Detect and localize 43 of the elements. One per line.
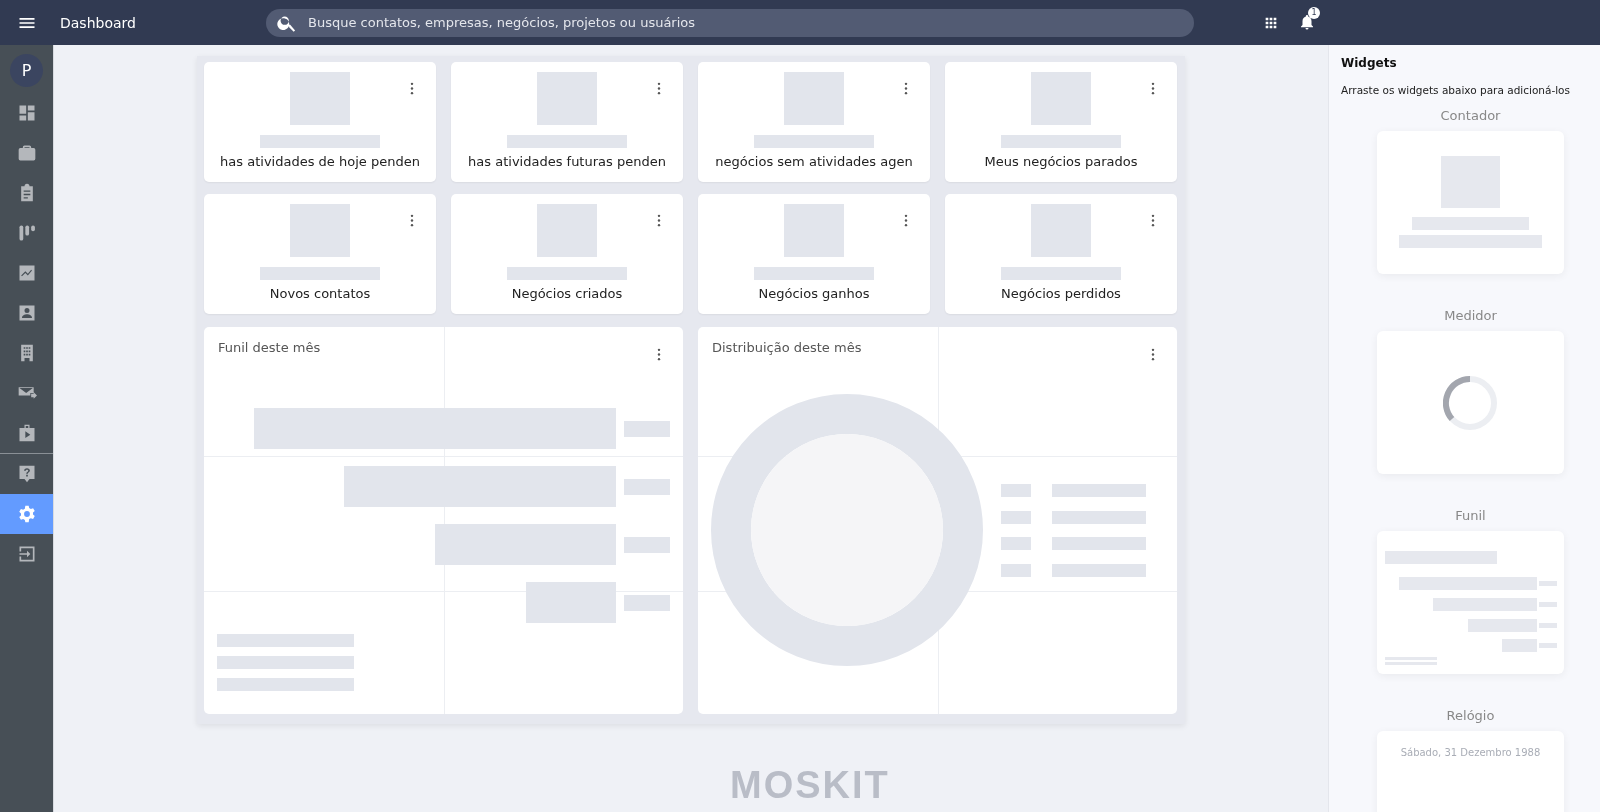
gauge-skeleton-drawing — [1443, 376, 1497, 430]
page-title: Dashboard — [60, 14, 137, 31]
card-label: Negócios criados — [511, 286, 623, 301]
widget-label: Relógio — [1446, 708, 1495, 723]
card-label: Negócios perdidos — [1001, 286, 1121, 301]
more-options-icon[interactable] — [657, 82, 661, 95]
skeleton-block — [290, 204, 350, 257]
widget-label: Medidor — [1444, 308, 1497, 323]
chart-title: Distribuição deste mês — [712, 340, 862, 357]
skeleton-block — [1031, 72, 1091, 125]
skeleton-block — [784, 204, 844, 257]
card-label: has atividades de hoje penden — [220, 154, 420, 169]
more-options-icon[interactable] — [1151, 348, 1155, 361]
more-options-icon[interactable] — [410, 214, 414, 227]
chart-title: Funil deste mês — [218, 340, 321, 357]
more-options-icon[interactable] — [657, 348, 661, 361]
more-options-icon[interactable] — [1151, 82, 1155, 95]
user-avatar[interactable]: P — [10, 54, 43, 87]
panel-title: Widgets — [1341, 56, 1397, 70]
card-label: Meus negócios parados — [984, 154, 1138, 169]
notification-badge: 1 — [1308, 6, 1320, 19]
sidebar-item[interactable] — [0, 494, 53, 534]
card-label: Negócios ganhos — [758, 286, 870, 301]
card-label: has atividades futuras penden — [468, 154, 666, 169]
clock-date: Sábado, 31 Dezembro 1988 — [1399, 747, 1542, 758]
skeleton-block — [537, 72, 597, 125]
more-options-icon[interactable] — [657, 214, 661, 227]
more-options-icon[interactable] — [904, 214, 908, 227]
briefcase-icon — [16, 143, 37, 163]
skeleton-block — [290, 72, 350, 125]
panel-hint: Arraste os widgets abaixo para adicioná-los — [1341, 84, 1571, 96]
skeleton-block — [537, 204, 597, 257]
skeleton-block — [784, 72, 844, 125]
card-label: negócios sem atividades agen — [715, 154, 913, 169]
card-label: Novos contatos — [269, 286, 371, 301]
widget-label: Funil — [1455, 508, 1486, 523]
search-field[interactable]: Busque contatos, empresas, negócios, projetos ou usuários — [266, 8, 1194, 37]
more-options-icon[interactable] — [1151, 214, 1155, 227]
skeleton-block — [1031, 204, 1091, 257]
more-options-icon[interactable] — [410, 82, 414, 95]
more-options-icon[interactable] — [904, 82, 908, 95]
settings-icon — [16, 504, 37, 524]
widget-label: Contador — [1440, 108, 1501, 123]
